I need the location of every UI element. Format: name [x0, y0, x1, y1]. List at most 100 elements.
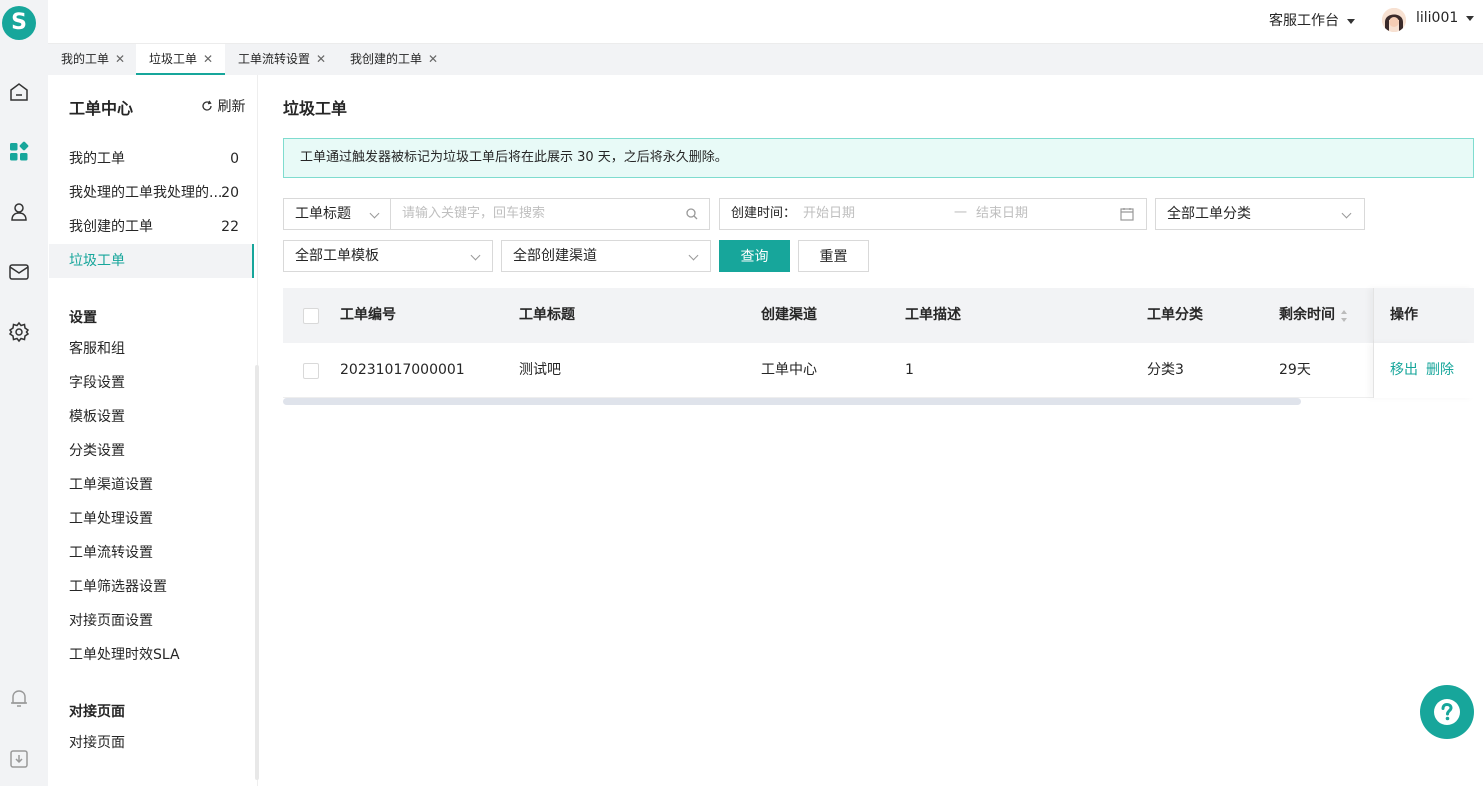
channel-value: 全部创建渠道: [513, 248, 597, 264]
cell-category: 分类3: [1147, 362, 1184, 378]
column-header-category: 工单分类: [1147, 307, 1203, 323]
close-icon[interactable]: ✕: [316, 44, 326, 74]
cell-id: 20231017000001: [340, 362, 465, 378]
refresh-icon: [202, 100, 212, 111]
tab-label: 我的工单: [61, 52, 110, 66]
user-menu[interactable]: lili001: [1416, 10, 1475, 26]
sidebar-item-template-settings[interactable]: 模板设置: [49, 400, 254, 434]
column-header-remaining[interactable]: 剩余时间: [1279, 288, 1335, 343]
chevron-down-icon: [470, 250, 481, 261]
template-select[interactable]: 全部工单模板: [283, 240, 493, 272]
sidebar-item-count: 20: [221, 185, 239, 201]
workbench-dropdown[interactable]: 客服工作台: [1269, 10, 1355, 30]
sidebar-item-label: 我的工单: [69, 151, 125, 167]
settings-icon[interactable]: [8, 321, 30, 343]
calendar-icon: [1120, 208, 1134, 221]
username: lili001: [1416, 10, 1459, 26]
date-separator: 一: [954, 206, 968, 221]
tab-my-tickets[interactable]: 我的工单 ✕: [48, 44, 136, 75]
column-header-actions: 操作: [1390, 307, 1418, 323]
date-label: 创建时间：: [731, 206, 797, 221]
sidebar-item-handled-tickets[interactable]: 我处理的工单我处理的... 20: [49, 176, 254, 210]
sidebar-item-flow-settings[interactable]: 工单流转设置: [49, 536, 254, 570]
close-icon[interactable]: ✕: [115, 44, 125, 74]
category-value: 全部工单分类: [1167, 206, 1251, 222]
sidebar-item-category-settings[interactable]: 分类设置: [49, 434, 254, 468]
search-icon[interactable]: [684, 206, 700, 222]
category-select[interactable]: 全部工单分类: [1155, 198, 1365, 230]
sidebar-item-label: 我处理的工单我处理的...: [69, 185, 223, 201]
search-field-select[interactable]: 工单标题: [283, 198, 391, 230]
sort-icon[interactable]: [1340, 309, 1348, 323]
delete-link[interactable]: 删除: [1426, 343, 1454, 398]
sidebar-item-field-settings[interactable]: 字段设置: [49, 366, 254, 400]
cell-channel: 工单中心: [761, 362, 817, 378]
download-icon[interactable]: [8, 748, 30, 770]
main-content: 垃圾工单 工单通过触发器被标记为垃圾工单后将在此展示 30 天，之后将永久删除。…: [259, 75, 1483, 786]
row-checkbox[interactable]: [303, 363, 319, 379]
end-date-input[interactable]: 结束日期: [976, 199, 1028, 229]
search-input[interactable]: 请输入关键字，回车搜索: [390, 198, 710, 230]
left-rail: S: [0, 0, 48, 786]
sidebar-item-sla[interactable]: 工单处理时效SLA: [49, 638, 254, 672]
bell-icon[interactable]: [8, 687, 30, 709]
column-header-channel: 创建渠道: [761, 307, 817, 323]
chevron-down-icon: [1341, 208, 1352, 219]
query-button[interactable]: 查询: [719, 240, 790, 272]
tab-trash-tickets[interactable]: 垃圾工单 ✕: [136, 44, 225, 75]
sidebar-item-page[interactable]: 对接页面: [49, 726, 254, 760]
search-placeholder: 请输入关键字，回车搜索: [402, 206, 546, 221]
sidebar-item-channel-settings[interactable]: 工单渠道设置: [49, 468, 254, 502]
refresh-label: 刷新: [217, 99, 246, 115]
caret-down-icon: [1466, 15, 1475, 21]
app-logo[interactable]: S: [2, 6, 36, 40]
sidebar-item-label: 我创建的工单: [69, 219, 153, 235]
start-date-input[interactable]: 开始日期: [803, 199, 855, 229]
sidebar-item-my-tickets[interactable]: 我的工单 0: [49, 142, 254, 176]
actions-cell: 移出 删除: [1373, 343, 1474, 398]
date-range-picker[interactable]: 创建时间： 开始日期 一 结束日期: [719, 198, 1147, 230]
table-row[interactable]: 20231017000001 测试吧 工单中心 1 分类3 29天 移出 删除: [283, 343, 1474, 398]
table-horizontal-scrollbar[interactable]: [283, 398, 1301, 405]
column-header-desc: 工单描述: [905, 307, 961, 323]
tab-label: 工单流转设置: [238, 52, 311, 66]
sidebar-item-count: 22: [221, 219, 239, 235]
sidebar-item-page-settings[interactable]: 对接页面设置: [49, 604, 254, 638]
reset-button[interactable]: 重置: [798, 240, 869, 272]
cell-title: 测试吧: [519, 362, 561, 378]
column-header-title: 工单标题: [519, 307, 575, 323]
sidebar-item-label: 垃圾工单: [69, 253, 125, 269]
page-title: 垃圾工单: [283, 99, 348, 118]
sidebar-item-filter-settings[interactable]: 工单筛选器设置: [49, 570, 254, 604]
mail-icon[interactable]: [8, 261, 30, 283]
contacts-icon[interactable]: [8, 201, 30, 223]
cell-remaining: 29天: [1279, 362, 1311, 378]
actions-column-header: 操作: [1373, 288, 1474, 343]
avatar[interactable]: [1382, 8, 1406, 32]
tab-flow-settings[interactable]: 工单流转设置 ✕: [225, 44, 337, 75]
close-icon[interactable]: ✕: [203, 44, 213, 74]
sidebar-item-agents-groups[interactable]: 客服和组: [49, 332, 254, 366]
channel-select[interactable]: 全部创建渠道: [501, 240, 711, 272]
template-value: 全部工单模板: [295, 248, 379, 264]
side-nav: 工单中心 刷新 我的工单 0 我处理的工单我处理的... 20 我创建的工单 2…: [49, 75, 258, 786]
tab-created-tickets[interactable]: 我创建的工单 ✕: [337, 44, 449, 75]
move-out-link[interactable]: 移出: [1390, 343, 1418, 398]
tab-label: 我创建的工单: [350, 52, 423, 66]
chevron-down-icon: [369, 208, 380, 219]
column-header-id: 工单编号: [340, 307, 396, 323]
sidebar-item-trash-tickets[interactable]: 垃圾工单: [49, 244, 254, 278]
refresh-button[interactable]: 刷新: [201, 96, 245, 116]
sidebar-item-processing-settings[interactable]: 工单处理设置: [49, 502, 254, 536]
help-button[interactable]: [1420, 685, 1474, 739]
close-icon[interactable]: ✕: [428, 44, 438, 74]
caret-down-icon: [1347, 18, 1355, 24]
settings-section-title: 设置: [69, 310, 97, 326]
select-all-checkbox[interactable]: [303, 308, 319, 324]
cell-desc: 1: [905, 362, 914, 378]
table-header: 工单编号 工单标题 创建渠道 工单描述 工单分类 剩余时间 操作: [283, 288, 1474, 343]
sidebar-item-created-tickets[interactable]: 我创建的工单 22: [49, 210, 254, 244]
nav-title: 工单中心: [69, 99, 134, 118]
apps-grid-icon[interactable]: [8, 141, 30, 163]
home-icon[interactable]: [8, 81, 30, 103]
